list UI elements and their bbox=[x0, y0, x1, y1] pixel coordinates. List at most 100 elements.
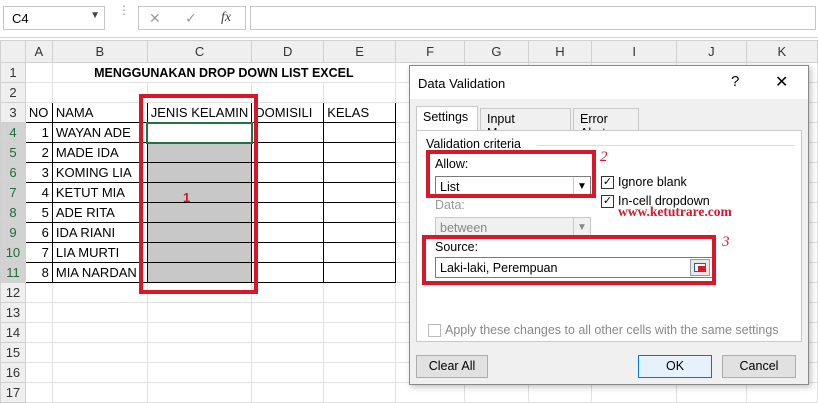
cell-nama[interactable]: KOMING LIA bbox=[51, 162, 148, 183]
column-header-a[interactable]: A bbox=[24, 40, 53, 63]
cell-no[interactable]: 1 bbox=[24, 122, 53, 143]
ignore-blank-label: Ignore blank bbox=[618, 175, 687, 189]
ok-button[interactable]: OK bbox=[638, 355, 712, 378]
divider bbox=[537, 145, 795, 146]
cell-nama[interactable]: KETUT MIA bbox=[51, 182, 148, 203]
row-header[interactable]: 15 bbox=[0, 342, 26, 363]
row-header[interactable]: 10 bbox=[0, 242, 26, 263]
row-header[interactable]: 5 bbox=[0, 142, 26, 163]
cell-domisili[interactable] bbox=[251, 202, 325, 223]
cell-no[interactable]: 6 bbox=[24, 222, 53, 243]
column-header-e[interactable]: E bbox=[323, 40, 396, 63]
cell-nama[interactable]: MADE IDA bbox=[51, 142, 148, 163]
apply-all-label: Apply these changes to all other cells w… bbox=[445, 323, 779, 337]
tab-input-message[interactable]: Input Message bbox=[480, 108, 571, 140]
tab-error-alert[interactable]: Error Alert bbox=[573, 108, 639, 140]
row-header[interactable]: 17 bbox=[0, 382, 26, 403]
row-header[interactable]: 8 bbox=[0, 202, 26, 223]
enter-icon[interactable]: ✓ bbox=[185, 10, 197, 27]
row-header[interactable]: 12 bbox=[0, 282, 26, 303]
header-kelas[interactable]: KELAS bbox=[323, 102, 396, 123]
column-header-c[interactable]: C bbox=[146, 40, 253, 63]
cell-kelas[interactable] bbox=[323, 122, 396, 143]
cell-domisili[interactable] bbox=[251, 162, 325, 183]
annotation-mark-1: 1 bbox=[183, 190, 191, 205]
cell-nama[interactable]: ADE RITA bbox=[51, 202, 148, 223]
ignore-blank-checkbox[interactable]: ✓ bbox=[601, 176, 614, 189]
cell-kelas[interactable] bbox=[323, 162, 396, 183]
formula-input[interactable] bbox=[250, 6, 816, 30]
validation-criteria-heading: Validation criteria bbox=[426, 137, 521, 151]
row-header[interactable]: 11 bbox=[0, 262, 26, 283]
formula-bar: C4 ▼ ⋮ ✕ ✓ fx bbox=[0, 0, 818, 38]
highlight-box-allow bbox=[426, 150, 596, 198]
cancel-button[interactable]: Cancel bbox=[722, 355, 796, 378]
cell-kelas[interactable] bbox=[323, 182, 396, 203]
cell-nama[interactable]: MIA NARDAN bbox=[51, 262, 148, 283]
row-header[interactable]: 3 bbox=[0, 102, 26, 123]
cell-domisili[interactable] bbox=[251, 242, 325, 263]
column-header-g[interactable]: G bbox=[464, 40, 529, 63]
annotation-mark-2: 2 bbox=[600, 149, 608, 165]
row-header[interactable]: 1 bbox=[0, 62, 26, 83]
column-header-k[interactable]: K bbox=[745, 40, 818, 63]
cell-no[interactable]: 2 bbox=[24, 142, 53, 163]
apply-all-checkbox[interactable] bbox=[428, 324, 441, 337]
dialog-titlebar[interactable]: Data Validation ? ✕ bbox=[410, 66, 808, 99]
cell-kelas[interactable] bbox=[323, 262, 396, 283]
data-validation-dialog: Data Validation ? ✕ Settings Input Messa… bbox=[409, 65, 809, 385]
close-icon[interactable]: ✕ bbox=[775, 72, 788, 92]
select-all-corner[interactable] bbox=[0, 40, 26, 63]
tab-settings[interactable]: Settings bbox=[416, 106, 478, 131]
sheet-title[interactable]: MENGGUNAKAN DROP DOWN LIST EXCEL bbox=[51, 62, 396, 83]
cell-nama[interactable]: LIA MURTI bbox=[51, 242, 148, 263]
header-domisili[interactable]: DOMISILI bbox=[251, 102, 325, 123]
cell-nama[interactable]: WAYAN ADE bbox=[51, 122, 148, 143]
cell-no[interactable]: 8 bbox=[24, 262, 53, 283]
column-header-d[interactable]: D bbox=[251, 40, 325, 63]
cell-kelas[interactable] bbox=[323, 242, 396, 263]
formula-buttons: ✕ ✓ fx bbox=[138, 6, 246, 30]
help-icon[interactable]: ? bbox=[731, 73, 739, 90]
column-header-i[interactable]: I bbox=[591, 40, 678, 63]
drag-handle-icon[interactable]: ⋮ bbox=[118, 4, 130, 16]
cell-domisili[interactable] bbox=[251, 122, 325, 143]
row-header[interactable]: 2 bbox=[0, 82, 26, 103]
row-header[interactable]: 7 bbox=[0, 182, 26, 203]
annotation-mark-3: 3 bbox=[722, 234, 730, 250]
header-no[interactable]: NO bbox=[24, 102, 53, 123]
in-cell-dropdown-checkbox[interactable]: ✓ bbox=[601, 195, 614, 208]
cell-no[interactable]: 3 bbox=[24, 162, 53, 183]
name-box[interactable]: C4 ▼ bbox=[3, 6, 105, 30]
row-header[interactable]: 16 bbox=[0, 362, 26, 383]
chevron-down-icon[interactable]: ▼ bbox=[90, 10, 100, 21]
cell-domisili[interactable] bbox=[251, 262, 325, 283]
cancel-icon[interactable]: ✕ bbox=[149, 10, 161, 27]
cell-kelas[interactable] bbox=[323, 202, 396, 223]
column-header-b[interactable]: B bbox=[51, 40, 148, 63]
header-nama[interactable]: NAMA bbox=[51, 102, 148, 123]
insert-function-icon[interactable]: fx bbox=[221, 10, 231, 26]
row-header[interactable]: 4 bbox=[0, 122, 26, 143]
highlight-box-source bbox=[422, 235, 716, 285]
cell-domisili[interactable] bbox=[251, 182, 325, 203]
cell-no[interactable]: 4 bbox=[24, 182, 53, 203]
cell-kelas[interactable] bbox=[323, 142, 396, 163]
cell-nama[interactable]: IDA RIANI bbox=[51, 222, 148, 243]
row-header[interactable]: 13 bbox=[0, 302, 26, 323]
clear-all-button[interactable]: Clear All bbox=[416, 355, 488, 378]
row-header[interactable]: 14 bbox=[0, 322, 26, 343]
row-header[interactable]: 9 bbox=[0, 222, 26, 243]
row-header[interactable]: 6 bbox=[0, 162, 26, 183]
cell-domisili[interactable] bbox=[251, 222, 325, 243]
cell-no[interactable]: 5 bbox=[24, 202, 53, 223]
cell-kelas[interactable] bbox=[323, 222, 396, 243]
data-select-value: between bbox=[440, 221, 488, 235]
cell-no[interactable]: 7 bbox=[24, 242, 53, 263]
website-watermark: www.ketutrare.com bbox=[618, 204, 732, 219]
column-header-h[interactable]: H bbox=[527, 40, 593, 63]
column-header-j[interactable]: J bbox=[676, 40, 747, 63]
highlight-box-selection bbox=[139, 94, 258, 294]
cell-domisili[interactable] bbox=[251, 142, 325, 163]
column-header-f[interactable]: F bbox=[394, 40, 466, 63]
